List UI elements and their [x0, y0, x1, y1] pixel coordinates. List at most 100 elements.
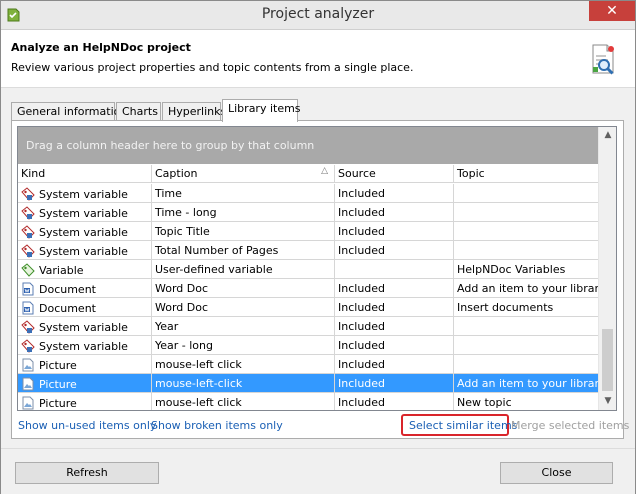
cell-caption: mouse-left click: [152, 393, 335, 410]
system-variable-icon: [21, 206, 35, 220]
cell-caption: mouse-left-click: [152, 374, 335, 393]
column-header-caption-label: Caption: [155, 167, 198, 180]
cell-source: Included: [335, 279, 454, 298]
cell-caption: Time - long: [152, 203, 335, 222]
document-icon: [21, 282, 35, 296]
refresh-button[interactable]: Refresh: [15, 462, 159, 484]
cell-source: Included: [335, 374, 454, 393]
merge-selected-items-link[interactable]: Merge selected items: [511, 419, 629, 432]
sort-ascending-icon: △: [321, 166, 328, 176]
cell-source: Included: [335, 393, 454, 410]
cell-caption: User-defined variable: [152, 260, 335, 279]
project-analyze-icon: [592, 44, 614, 75]
table-row[interactable]: Document Word Doc Included Insert documents: [18, 298, 598, 317]
column-header-topic[interactable]: Topic: [454, 165, 598, 183]
window-close-button[interactable]: ✕: [589, 1, 635, 21]
table-row[interactable]: Document Word Doc Included Add an item to y…: [18, 279, 598, 298]
project-analyzer-window: Project analyzer ✕ Analyze an HelpNDoc p…: [0, 0, 636, 494]
cell-source: Included: [335, 355, 454, 374]
column-header-caption[interactable]: Caption △: [152, 165, 335, 183]
select-similar-items-link[interactable]: Select similar items: [409, 419, 517, 432]
table-row[interactable]: System variable Time - long Included: [18, 203, 598, 222]
cell-source: Included: [335, 222, 454, 241]
table-row[interactable]: System variable Topic Title Included: [18, 222, 598, 241]
cell-kind-label: System variable: [39, 245, 128, 258]
table-row[interactable]: Picture mouse-left-click Included Add an it…: [18, 374, 598, 393]
cell-caption: Word Doc: [152, 298, 335, 317]
system-variable-icon: [21, 187, 35, 201]
tab-hyperlinks[interactable]: Hyperlinks: [162, 102, 226, 121]
grid-vertical-scrollbar[interactable]: ▲ ▼: [598, 127, 616, 410]
scrollbar-thumb[interactable]: [602, 329, 613, 391]
picture-icon: [21, 377, 35, 391]
cell-kind: Variable: [18, 260, 152, 279]
tab-library-items[interactable]: Library items: [222, 99, 301, 122]
group-by-area[interactable]: Drag a column header here to group by th…: [18, 127, 598, 164]
tab-charts[interactable]: Charts: [116, 102, 161, 121]
cell-source: Included: [335, 336, 454, 355]
cell-kind-label: System variable: [39, 207, 128, 220]
library-items-panel: Drag a column header here to group by th…: [11, 120, 629, 439]
close-button[interactable]: Close: [500, 462, 613, 484]
system-variable-icon: [21, 225, 35, 239]
cell-topic: [454, 184, 598, 203]
table-row[interactable]: Variable User-defined variable HelpNDoc Va…: [18, 260, 598, 279]
system-variable-icon: [21, 339, 35, 353]
cell-kind: Picture: [18, 374, 152, 393]
table-row[interactable]: System variable Year - long Included: [18, 336, 598, 355]
cell-caption: Word Doc: [152, 279, 335, 298]
cell-kind: Document: [18, 279, 152, 298]
cell-topic: HelpNDoc Variables: [457, 263, 566, 276]
window-title: Project analyzer: [261, 6, 375, 22]
picture-icon: [21, 358, 35, 372]
scroll-down-icon[interactable]: ▼: [599, 393, 616, 410]
cell-caption: Year - long: [152, 336, 335, 355]
system-variable-icon: [21, 244, 35, 258]
cell-kind-label: Picture: [39, 397, 77, 410]
column-header-row: Kind Caption △ Source Topic: [18, 165, 598, 183]
header-title: Analyze an HelpNDoc project: [11, 41, 191, 54]
cell-kind: System variable: [18, 184, 152, 203]
cell-kind-label: System variable: [39, 321, 128, 334]
table-row[interactable]: System variable Total Number of Pages Incl…: [18, 241, 598, 260]
cell-kind-label: System variable: [39, 226, 128, 239]
cell-caption: mouse-left click: [152, 355, 335, 374]
cell-kind: System variable: [18, 203, 152, 222]
cell-kind: Document: [18, 298, 152, 317]
show-unused-items-link[interactable]: Show un-used items only: [18, 419, 156, 432]
system-variable-icon: [21, 320, 35, 334]
cell-kind-label: Variable: [39, 264, 84, 277]
cell-topic: [454, 203, 598, 222]
cell-topic: [454, 222, 598, 241]
cell-caption: Total Number of Pages: [152, 241, 335, 260]
cell-kind-label: System variable: [39, 340, 128, 353]
cell-source: Included: [335, 184, 454, 203]
cell-kind: System variable: [18, 222, 152, 241]
document-icon: [21, 301, 35, 315]
dialog-header: Analyze an HelpNDoc project Review vario…: [1, 30, 635, 88]
cell-topic: [454, 317, 598, 336]
tab-general-information[interactable]: General information: [11, 102, 127, 121]
cell-source: Included: [335, 317, 454, 336]
cell-topic: [454, 241, 598, 260]
table-row[interactable]: System variable Time Included: [18, 184, 598, 203]
cell-source: [335, 260, 454, 279]
picture-icon: [21, 396, 35, 410]
table-row[interactable]: System variable Year Included: [18, 317, 598, 336]
cell-kind-label: Picture: [39, 378, 77, 391]
cell-kind: System variable: [18, 336, 152, 355]
cell-source: Included: [335, 241, 454, 260]
cell-kind: Picture: [18, 393, 152, 410]
dialog-footer: Refresh Close: [1, 448, 635, 494]
scroll-up-icon[interactable]: ▲: [599, 127, 616, 144]
column-header-kind[interactable]: Kind: [18, 165, 152, 183]
cell-topic: Add an item to your library: [457, 282, 598, 295]
table-row[interactable]: Picture mouse-left click Included: [18, 355, 598, 374]
cell-caption: Topic Title: [152, 222, 335, 241]
column-header-source[interactable]: Source: [335, 165, 454, 183]
cell-source: Included: [335, 298, 454, 317]
table-row[interactable]: Picture mouse-left click Included New topic: [18, 393, 598, 410]
cell-kind: Picture: [18, 355, 152, 374]
cell-caption: Year: [152, 317, 335, 336]
show-broken-items-link[interactable]: Show broken items only: [151, 419, 283, 432]
